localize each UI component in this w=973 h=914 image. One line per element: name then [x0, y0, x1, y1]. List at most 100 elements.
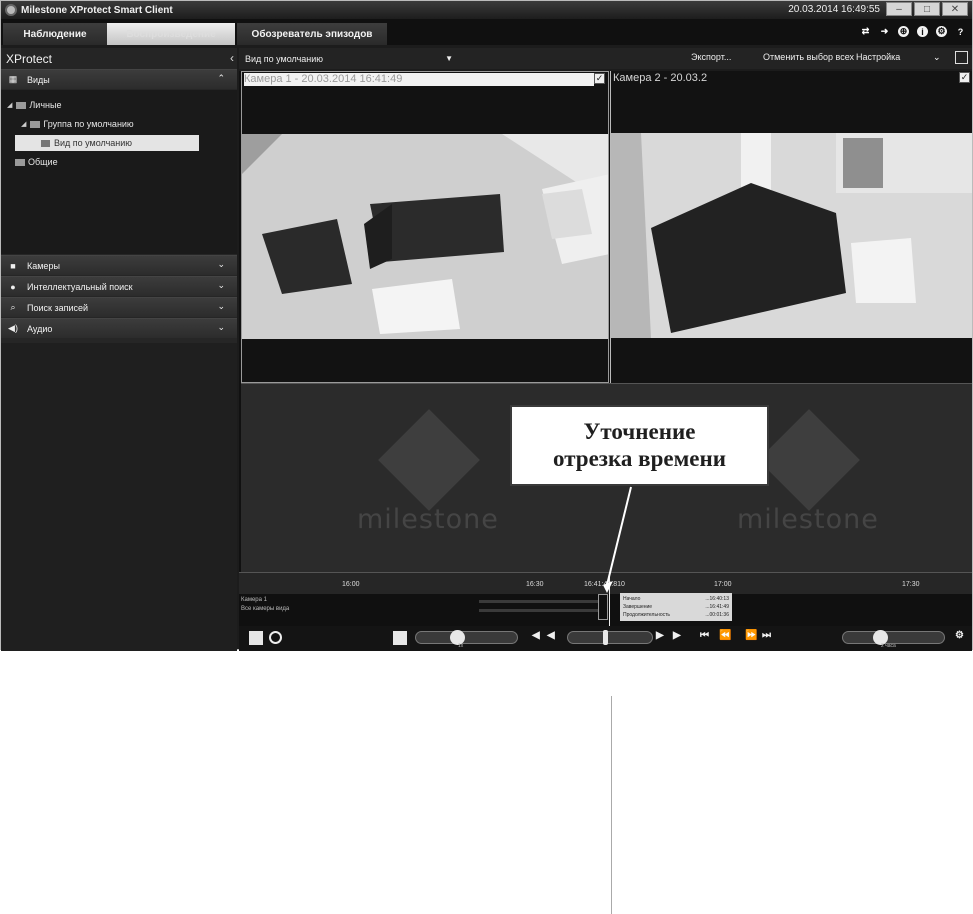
cameras-section-header[interactable]: ■ Камеры ⌄ [1, 255, 237, 275]
popup-row: Продолжительность ...00:01:36 [623, 611, 729, 619]
speaker-icon: ◀) [8, 323, 18, 333]
tick-label: 17:00 [714, 581, 732, 588]
tree-item-label: Личные [29, 100, 62, 110]
settings-icon[interactable]: ⚙ [936, 26, 947, 37]
popup-value: ...00:01:36 [705, 612, 729, 618]
next-sequence-icon[interactable]: ⏩ [745, 630, 757, 641]
smart-search-icon: ● [10, 281, 16, 292]
camera-title: Камера 1 - 20.03.2014 16:41:49 [244, 73, 594, 86]
smart-search-section-header[interactable]: ● Интеллектуальный поиск ⌄ [1, 276, 237, 296]
status-icon[interactable]: ⊕ [898, 26, 909, 37]
brand-bar: XProtect ‹ [1, 48, 237, 69]
tree-item-shared[interactable]: Общие [15, 157, 58, 167]
chevron-down-icon: ⌄ [217, 280, 225, 290]
tree-item-default-view[interactable]: Вид по умолчанию [15, 135, 199, 151]
play-reverse-icon[interactable]: ◀ [547, 630, 555, 641]
tab-row: Наблюдение Воспроизведение Обозреватель … [1, 19, 972, 45]
tab-live[interactable]: Наблюдение [3, 23, 107, 45]
export-button[interactable]: Экспорт... [691, 52, 731, 62]
more-menu-icon[interactable]: ⌄ [933, 52, 941, 63]
popup-value: ...16:40:13 [705, 596, 729, 602]
playback-controls: 1x ◀ ◀ ▶ ▶ ⏮ ⏪ ⏩ ⏭ 2 часа ⚙ [239, 626, 972, 651]
camera-select-checkbox[interactable]: ✓ [959, 72, 970, 83]
play-forward-icon[interactable]: ▶ [656, 630, 664, 641]
magnifier-icon: ⌕ [10, 302, 16, 312]
camera-select-checkbox[interactable]: ✓ [594, 73, 605, 84]
record-search-section-header[interactable]: ⌕ Поиск записей ⌄ [1, 297, 237, 317]
collapse-panel-icon[interactable]: ‹ [230, 51, 234, 65]
sidebar: ▦ Виды ⌃ ◢ Личные ◢ Группа по умолчанию … [1, 69, 237, 651]
timeline-settings-icon[interactable]: ⚙ [955, 630, 964, 641]
folder-icon [15, 158, 25, 166]
jog-knob[interactable] [603, 630, 608, 645]
prev-sequence-icon[interactable]: ⏪ [719, 630, 731, 641]
info-icon[interactable]: i [917, 26, 928, 37]
grid-icon: ▦ [8, 74, 18, 84]
tree-item-label: Группа по умолчанию [43, 119, 134, 129]
view-icon [41, 139, 50, 147]
tree-item-private[interactable]: ◢ Личные [7, 100, 61, 110]
popup-label: Начало [623, 596, 641, 602]
tab-row-icons: ⇄ ➜ ⊕ i ⚙ ? [860, 26, 966, 37]
section-label: Поиск записей [27, 302, 89, 313]
tree-item-default-group[interactable]: ◢ Группа по умолчанию [21, 119, 134, 129]
tab-sequence-explorer[interactable]: Обозреватель эпизодов [237, 23, 387, 45]
title-bar: Milestone XProtect Smart Client 20.03.20… [1, 1, 972, 19]
camera-1-frame [242, 134, 608, 339]
fullscreen-icon[interactable] [955, 51, 968, 64]
section-label: Интеллектуальный поиск [27, 281, 133, 292]
callout-line-2: отрезка времени [553, 445, 726, 471]
clock-icon[interactable] [269, 631, 282, 644]
tab-playback[interactable]: Воспроизведение [107, 23, 235, 45]
minimize-icon[interactable]: – [886, 2, 912, 16]
sidebar-empty-area [1, 343, 237, 651]
chevron-up-icon: ⌃ [217, 73, 225, 83]
audio-section-header[interactable]: ◀) Аудио ⌄ [1, 318, 237, 338]
watermark-text: milestone [357, 504, 499, 535]
forward-icon[interactable]: ➜ [879, 26, 890, 37]
step-back-icon[interactable]: ◀ [532, 630, 540, 641]
jog-slider[interactable] [567, 630, 653, 645]
toggle-button[interactable] [393, 631, 407, 645]
tree-item-label: Вид по умолчанию [54, 138, 133, 148]
popup-label: Завершение [623, 604, 653, 610]
step-forward-icon[interactable]: ▶ [673, 630, 681, 641]
annotation-callout: Уточнение отрезка времени [510, 405, 769, 486]
chevron-down-icon: ▼ [445, 53, 453, 63]
selection-handles[interactable] [598, 594, 608, 620]
help-icon[interactable]: ? [955, 26, 966, 37]
milestone-logo-icon [758, 409, 860, 511]
expand-icon: ◢ [21, 121, 27, 128]
speed-slider[interactable]: 1x [415, 630, 518, 649]
camera-title: Камера 2 - 20.03.2 [613, 72, 708, 84]
undock-icon[interactable]: ⇄ [860, 26, 871, 37]
view-select[interactable]: Вид по умолчанию ▼ [245, 54, 453, 64]
timespan-slider[interactable]: 2 часа [842, 630, 945, 649]
camera-tile-1[interactable]: Камера 1 - 20.03.2014 16:41:49 ✓ [241, 71, 609, 383]
callout-arrow [603, 486, 632, 593]
milestone-watermark-left: milestone [331, 409, 531, 554]
clock: 20.03.2014 16:49:55 [788, 4, 880, 15]
track-label: Все камеры вида [241, 606, 290, 612]
section-label: Камеры [27, 260, 60, 271]
tick-label: 16:00 [342, 581, 360, 588]
chevron-down-icon: ⌄ [217, 322, 225, 332]
expand-icon: ◢ [7, 102, 13, 109]
unselect-all-button[interactable]: Отменить выбор всех [763, 52, 854, 62]
close-icon[interactable]: ✕ [942, 2, 968, 16]
view-select-value: Вид по умолчанию [245, 53, 324, 64]
view-toolbar: Вид по умолчанию ▼ Экспорт... Отменить в… [239, 48, 972, 69]
setup-button[interactable]: Настройка [856, 52, 900, 62]
first-icon[interactable]: ⏮ [700, 630, 709, 641]
callout-line-1: Уточнение [583, 419, 696, 445]
range-label: 2 часа [881, 643, 896, 649]
camera-tile-2[interactable]: Камера 2 - 20.03.2 ✓ [610, 71, 972, 383]
track-label: Камера 1 [241, 597, 267, 603]
maximize-icon[interactable]: □ [914, 2, 940, 16]
popup-row: Завершение ...16:41:49 [623, 603, 729, 611]
tree-item-label: Общие [28, 157, 58, 167]
popup-row: Начало ...16:40:13 [623, 595, 729, 603]
views-section-header[interactable]: ▦ Виды ⌃ [1, 69, 237, 89]
last-icon[interactable]: ⏭ [762, 630, 771, 641]
select-time-button[interactable] [249, 631, 263, 645]
